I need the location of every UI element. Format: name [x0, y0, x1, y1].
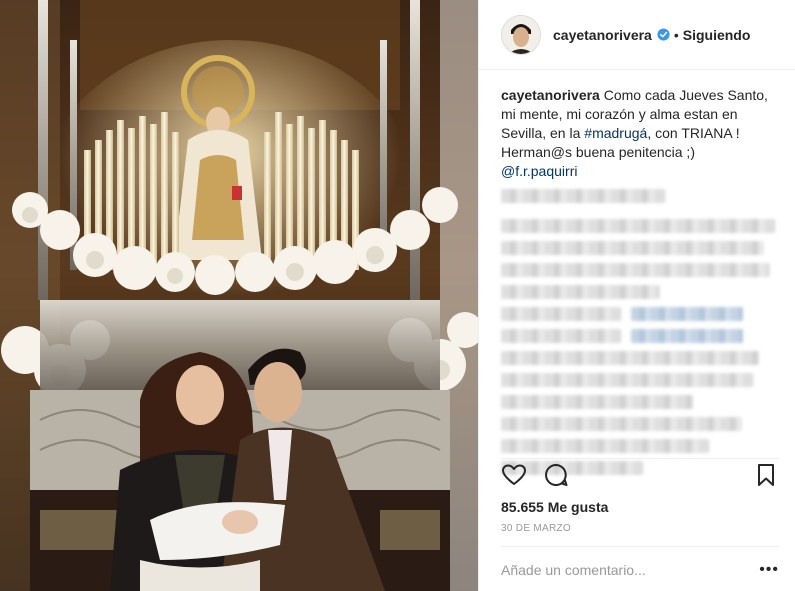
post-date[interactable]: 30 DE MARZO: [501, 523, 571, 534]
blurred-comment-line: [501, 395, 693, 409]
post-caption: cayetanorivera Como cada Jueves Santo, m…: [501, 86, 775, 181]
comment-input[interactable]: [501, 562, 760, 578]
heart-outline-icon[interactable]: [501, 462, 527, 488]
post-photo[interactable]: [0, 0, 478, 591]
comment-bubble-icon[interactable]: [543, 462, 569, 488]
caption-mention[interactable]: @f.r.paquirri: [501, 163, 577, 179]
blurred-mention: [631, 307, 743, 321]
divider: [501, 546, 779, 547]
avatar[interactable]: [501, 14, 541, 55]
caption-username[interactable]: cayetanorivera: [501, 87, 600, 103]
action-bar: [501, 462, 779, 492]
header-username[interactable]: cayetanorivera: [553, 27, 652, 43]
blurred-comment-line: [501, 219, 775, 233]
avatar-image: [502, 15, 540, 54]
header-separator: •: [673, 26, 679, 43]
blurred-comment-line: [501, 307, 621, 321]
blurred-comment-line: [501, 373, 754, 387]
caption-hashtag[interactable]: #madrugá: [584, 125, 647, 141]
blurred-mention: [631, 329, 743, 343]
procession-scene: [0, 0, 478, 591]
following-button[interactable]: Siguiendo: [683, 27, 751, 43]
blurred-comments: [501, 189, 775, 475]
likes-count[interactable]: 85.655 Me gusta: [501, 499, 608, 515]
blurred-comment-line: [501, 241, 765, 255]
blurred-comment-line: [501, 439, 710, 453]
blurred-comment-row: [501, 321, 775, 343]
more-options-button[interactable]: •••: [759, 561, 779, 579]
comments-section: cayetanorivera Como cada Jueves Santo, m…: [501, 86, 775, 475]
blurred-comment-row: [501, 299, 775, 321]
blurred-comment-line: [501, 417, 743, 431]
blurred-comment-line: [501, 263, 770, 277]
post-side-panel: cayetanorivera • Siguiendo cayetanoriver…: [478, 0, 795, 591]
blurred-comment-line: [501, 351, 759, 365]
post-header: cayetanorivera • Siguiendo: [479, 0, 795, 70]
blurred-comment-line: [501, 189, 666, 203]
bookmark-icon[interactable]: [753, 462, 779, 488]
blurred-comment-line: [501, 285, 660, 299]
instagram-post: cayetanorivera • Siguiendo cayetanoriver…: [0, 0, 795, 591]
add-comment-bar: •••: [501, 560, 779, 580]
blurred-comment-line: [501, 329, 621, 343]
divider: [501, 458, 779, 459]
verified-badge-icon: [657, 28, 670, 41]
